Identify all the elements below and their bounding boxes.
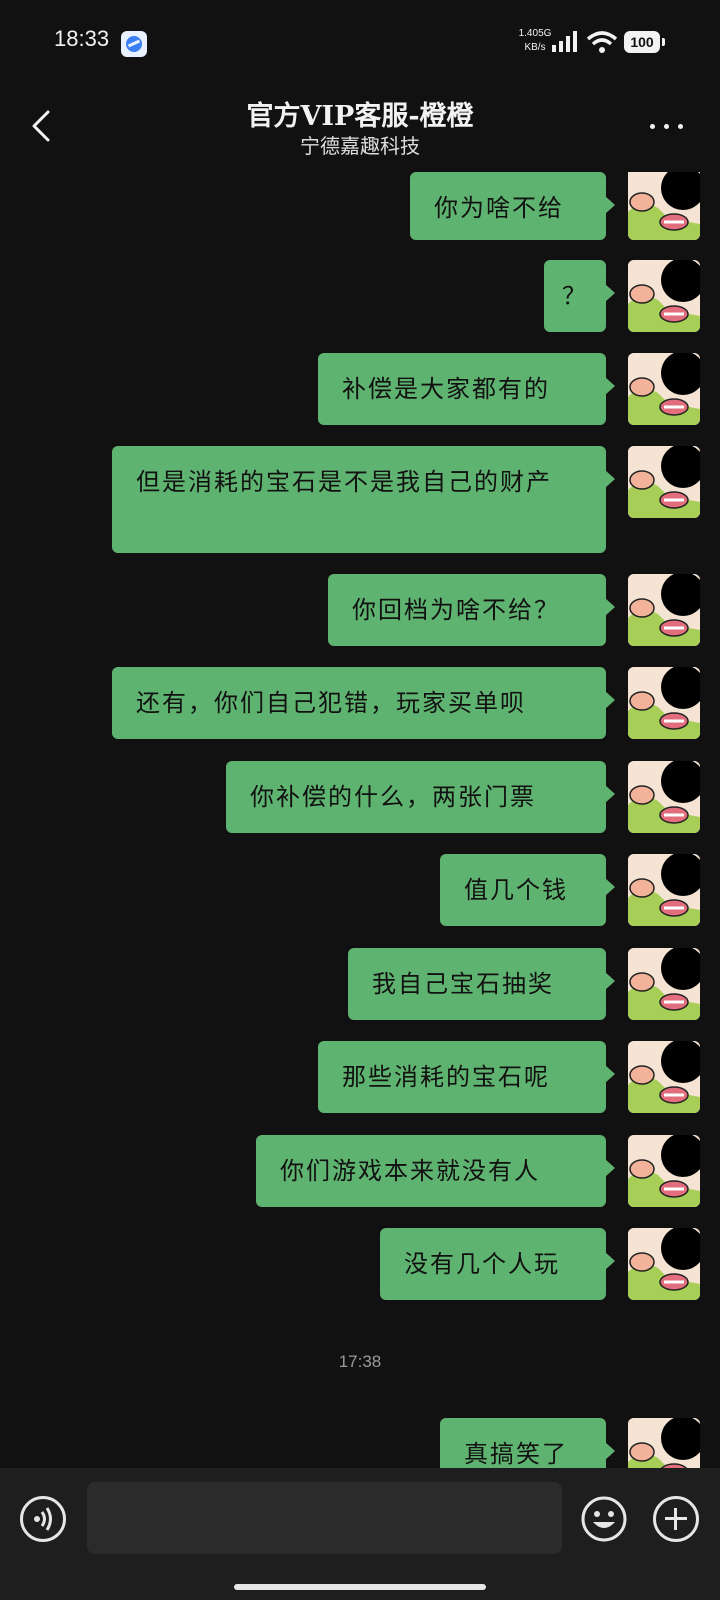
user-avatar[interactable]: [628, 1228, 700, 1300]
avatar-icon: [628, 948, 700, 1020]
message-bubble[interactable]: 你回档为啥不给？: [328, 574, 615, 646]
more-dots-icon: [650, 124, 655, 129]
chat-title: 官方VIP客服-橙橙: [246, 101, 474, 132]
avatar-icon: [628, 260, 700, 332]
avatar-icon: [628, 1041, 700, 1113]
battery-icon: 100: [624, 31, 665, 53]
net-speed-value: 1.40: [518, 28, 539, 39]
message-bubble[interactable]: 我自己宝石抽奖: [348, 948, 615, 1020]
home-indicator[interactable]: [234, 1584, 486, 1590]
message-bubble[interactable]: ？: [544, 260, 615, 332]
voice-button[interactable]: [20, 1496, 66, 1542]
avatar-icon: [628, 172, 700, 240]
voice-icon: [34, 1507, 52, 1531]
chat-message-list[interactable]: 你为啥不给 ？ 补偿是大家都有的 但是消耗的宝石是不是我自己的财产 你回档为啥不…: [0, 172, 720, 1468]
message-bubble[interactable]: 补偿是大家都有的: [318, 353, 615, 425]
user-avatar[interactable]: [628, 1418, 700, 1468]
user-avatar[interactable]: [628, 667, 700, 739]
emoji-icon: [581, 1496, 627, 1542]
signal-icon: [552, 31, 577, 52]
message-bubble[interactable]: 没有几个人玩: [380, 1228, 615, 1300]
message-bubble[interactable]: 那些消耗的宝石呢: [318, 1041, 615, 1113]
message-timestamp: 17:38: [338, 1352, 382, 1371]
user-avatar[interactable]: [628, 1041, 700, 1113]
chat-subtitle: 宁德嘉趣科技: [300, 134, 420, 158]
wifi-icon: [586, 31, 618, 53]
status-time: 18:33: [54, 26, 110, 51]
avatar-icon: [628, 1228, 700, 1300]
avatar-icon: [628, 446, 700, 518]
user-avatar[interactable]: [628, 353, 700, 425]
app-browser-icon: [121, 31, 147, 57]
status-bar: 18:33 1.405G KB/s 100: [0, 0, 720, 80]
user-avatar[interactable]: [628, 574, 700, 646]
network-speed: 1.405G KB/s: [515, 27, 555, 55]
message-bubble[interactable]: 但是消耗的宝石是不是我自己的财产: [112, 446, 615, 553]
user-avatar[interactable]: [628, 761, 700, 833]
message-input[interactable]: [87, 1482, 562, 1554]
net-speed-unit: KB/s: [524, 42, 546, 53]
avatar-icon: [628, 854, 700, 926]
avatar-icon: [628, 1418, 700, 1468]
message-bubble[interactable]: 你们游戏本来就没有人: [256, 1135, 615, 1207]
message-bubble[interactable]: 你补偿的什么，两张门票: [226, 761, 615, 833]
user-avatar[interactable]: [628, 854, 700, 926]
user-avatar[interactable]: [628, 1135, 700, 1207]
avatar-icon: [628, 1135, 700, 1207]
chat-header: 官方VIP客服-橙橙 宁德嘉趣科技: [0, 80, 720, 172]
emoji-button[interactable]: [581, 1496, 627, 1542]
message-bubble[interactable]: 真搞笑了: [440, 1418, 615, 1468]
avatar-icon: [628, 353, 700, 425]
avatar-icon: [628, 574, 700, 646]
message-bubble[interactable]: 还有，你们自己犯错，玩家买单呗: [112, 667, 615, 739]
plus-button[interactable]: [653, 1496, 699, 1542]
more-button[interactable]: [646, 114, 692, 138]
avatar-icon: [628, 667, 700, 739]
input-bar: [0, 1468, 720, 1600]
user-avatar[interactable]: [628, 446, 700, 518]
message-bubble[interactable]: 值几个钱: [440, 854, 615, 926]
user-avatar[interactable]: [628, 172, 700, 240]
avatar-icon: [628, 761, 700, 833]
user-avatar[interactable]: [628, 948, 700, 1020]
message-bubble[interactable]: 你为啥不给: [410, 172, 615, 240]
user-avatar[interactable]: [628, 260, 700, 332]
